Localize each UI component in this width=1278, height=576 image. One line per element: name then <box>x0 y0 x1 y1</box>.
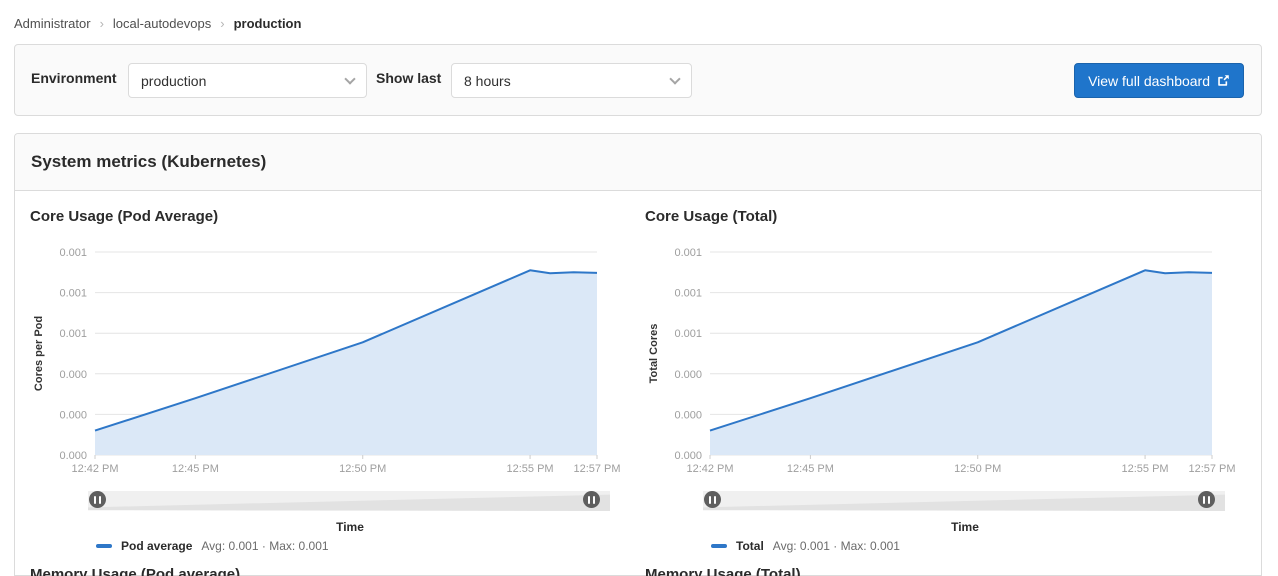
show-last-label: Show last <box>376 70 441 86</box>
filter-bar: Environment production Show last 8 hours… <box>14 44 1262 116</box>
svg-text:0.000: 0.000 <box>674 369 702 381</box>
chart-title-memory-total: Memory Usage (Total) <box>645 566 801 576</box>
svg-text:0.001: 0.001 <box>674 247 702 259</box>
view-full-dashboard-label: View full dashboard <box>1088 73 1210 89</box>
svg-text:Total Cores: Total Cores <box>648 324 660 384</box>
chart-title-memory-pod-average: Memory Usage (Pod average) <box>30 566 240 576</box>
panel-header: System metrics (Kubernetes) <box>15 134 1261 191</box>
legend-series-name: Pod average <box>121 539 192 553</box>
chart-title: Core Usage (Pod Average) <box>30 208 218 225</box>
environment-label: Environment <box>31 70 117 86</box>
area-chart[interactable]: 0.0010.0010.0010.0000.0000.00012:42 PM12… <box>645 238 1245 483</box>
panel-title: System metrics (Kubernetes) <box>31 152 266 172</box>
range-slider <box>695 486 1235 514</box>
breadcrumb-project[interactable]: local-autodevops <box>113 16 211 31</box>
svg-text:0.001: 0.001 <box>59 288 87 300</box>
legend-pod-average[interactable]: Pod average Avg: 0.001 · Max: 0.001 <box>96 539 329 553</box>
legend-series-name: Total <box>736 539 764 553</box>
breadcrumb-current-environment: production <box>234 16 302 31</box>
svg-text:12:55 PM: 12:55 PM <box>1122 463 1169 475</box>
show-last-dropdown-value: 8 hours <box>464 73 511 89</box>
svg-text:12:55 PM: 12:55 PM <box>507 463 554 475</box>
svg-text:0.001: 0.001 <box>59 328 87 340</box>
breadcrumb-separator-icon: › <box>220 16 224 31</box>
svg-text:0.001: 0.001 <box>674 328 702 340</box>
svg-text:0.000: 0.000 <box>59 450 87 462</box>
range-slider <box>80 486 620 514</box>
area-chart[interactable]: 0.0010.0010.0010.0000.0000.00012:42 PM12… <box>30 238 630 483</box>
svg-text:12:45 PM: 12:45 PM <box>172 463 219 475</box>
svg-text:0.001: 0.001 <box>59 247 87 259</box>
chart-core-usage-pod-average: Core Usage (Pod Average) 0.001 0.001 0.001… <box>30 208 645 558</box>
slider-handle-left[interactable] <box>704 491 721 508</box>
svg-text:12:50 PM: 12:50 PM <box>954 463 1001 475</box>
legend-total[interactable]: Total Avg: 0.001 · Max: 0.001 <box>711 539 900 553</box>
svg-text:12:57 PM: 12:57 PM <box>573 463 620 475</box>
svg-text:12:42 PM: 12:42 PM <box>686 463 733 475</box>
environment-dropdown-value: production <box>141 73 206 89</box>
svg-text:0.000: 0.000 <box>59 409 87 421</box>
slider-handle-left[interactable] <box>89 491 106 508</box>
chart-title: Core Usage (Total) <box>645 208 777 225</box>
chart-core-usage-total: Core Usage (Total) 0.001 0.001 0.001 0.000 0… <box>645 208 1260 558</box>
svg-text:12:57 PM: 12:57 PM <box>1188 463 1235 475</box>
show-last-dropdown[interactable]: 8 hours <box>451 63 692 98</box>
environment-metrics-page: Administrator › local-autodevops › produ… <box>0 0 1278 576</box>
chevron-down-icon <box>669 73 680 84</box>
slider-handle-right[interactable] <box>583 491 600 508</box>
x-axis-title: Time <box>80 520 620 534</box>
external-link-icon <box>1217 74 1230 87</box>
legend-series-stats: Avg: 0.001 · Max: 0.001 <box>773 539 900 553</box>
view-full-dashboard-button[interactable]: View full dashboard <box>1074 63 1244 98</box>
legend-swatch <box>96 544 112 548</box>
svg-text:0.000: 0.000 <box>674 450 702 462</box>
breadcrumb: Administrator › local-autodevops › produ… <box>14 14 301 32</box>
svg-text:12:45 PM: 12:45 PM <box>787 463 834 475</box>
legend-series-stats: Avg: 0.001 · Max: 0.001 <box>201 539 328 553</box>
svg-text:0.000: 0.000 <box>674 409 702 421</box>
svg-text:12:42 PM: 12:42 PM <box>71 463 118 475</box>
x-axis-title: Time <box>695 520 1235 534</box>
legend-swatch <box>711 544 727 548</box>
svg-text:0.001: 0.001 <box>674 288 702 300</box>
svg-text:12:50 PM: 12:50 PM <box>339 463 386 475</box>
chevron-down-icon <box>344 73 355 84</box>
environment-dropdown[interactable]: production <box>128 63 367 98</box>
slider-handle-right[interactable] <box>1198 491 1215 508</box>
breadcrumb-administrator[interactable]: Administrator <box>14 16 91 31</box>
svg-text:Cores per Pod: Cores per Pod <box>33 316 45 391</box>
svg-text:0.000: 0.000 <box>59 369 87 381</box>
breadcrumb-separator-icon: › <box>100 16 104 31</box>
